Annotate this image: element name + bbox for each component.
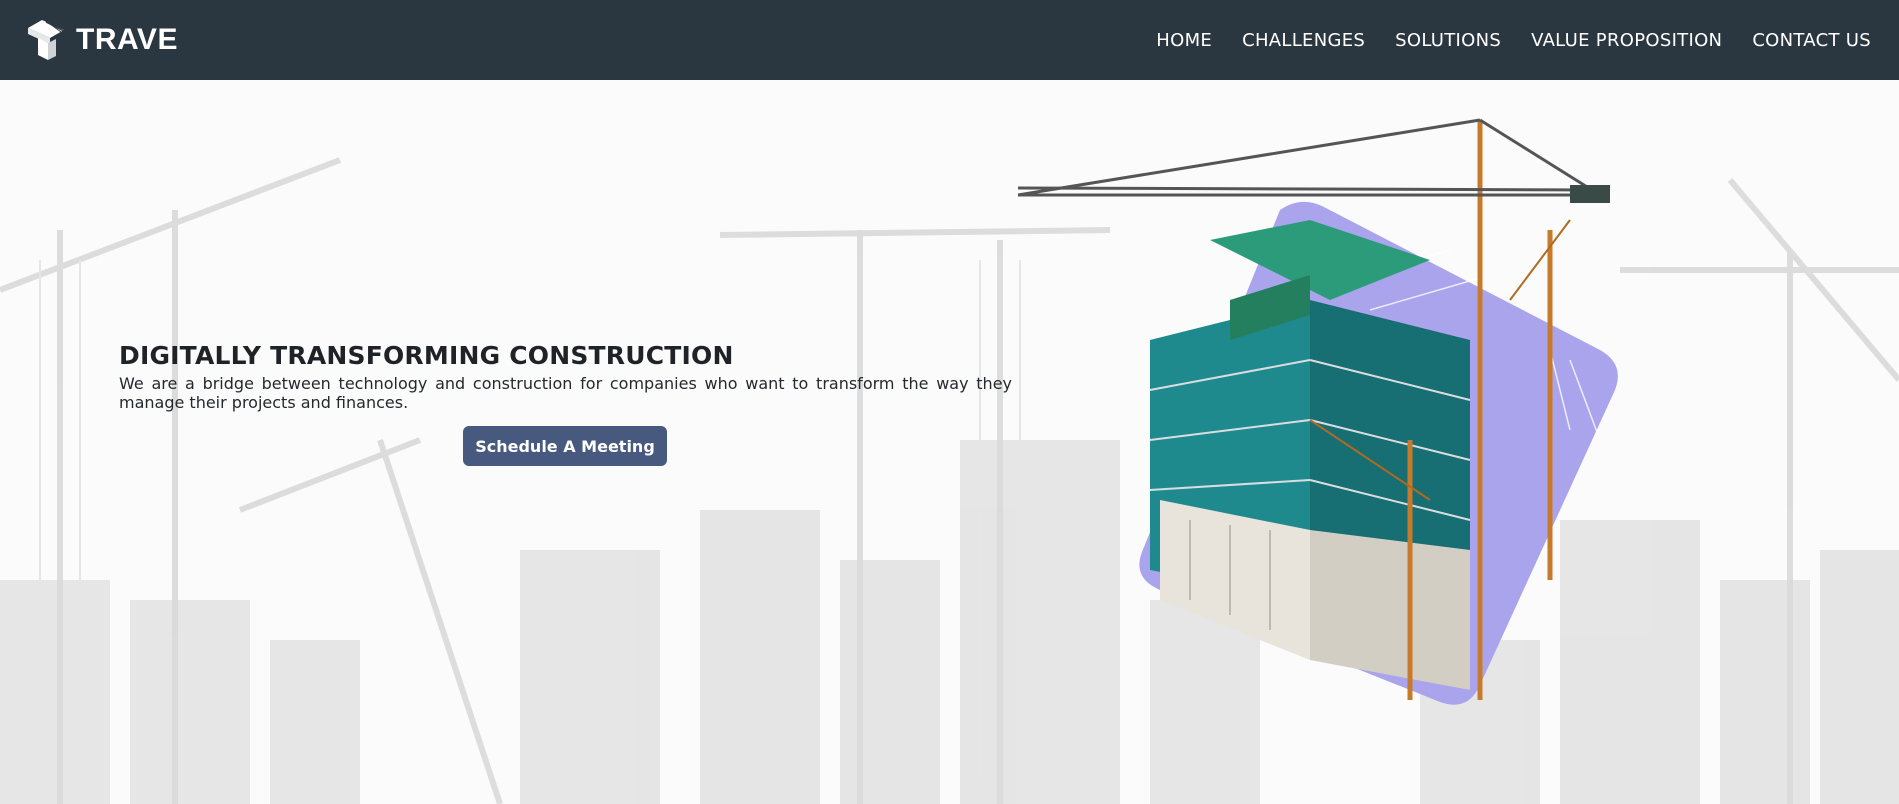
nav-solutions[interactable]: SOLUTIONS xyxy=(1395,30,1501,51)
nav-value-proposition[interactable]: VALUE PROPOSITION xyxy=(1531,30,1722,51)
site-header: TRAVE HOME CHALLENGES SOLUTIONS VALUE PR… xyxy=(0,0,1899,80)
nav-challenges[interactable]: CHALLENGES xyxy=(1242,30,1365,51)
hero-section: DIGITALLY TRANSFORMING CONSTRUCTION We a… xyxy=(0,80,1899,804)
hero-title: DIGITALLY TRANSFORMING CONSTRUCTION xyxy=(119,341,734,370)
nav-contact-us[interactable]: CONTACT US xyxy=(1752,30,1871,51)
nav-home[interactable]: HOME xyxy=(1156,30,1212,51)
brand-logo[interactable]: TRAVE xyxy=(24,18,178,62)
brand-name: TRAVE xyxy=(76,23,178,56)
trave-logo-icon xyxy=(24,18,68,62)
hero-copy: DIGITALLY TRANSFORMING CONSTRUCTION We a… xyxy=(119,342,1012,412)
schedule-meeting-button[interactable]: Schedule A Meeting xyxy=(463,426,667,466)
main-nav: HOME CHALLENGES SOLUTIONS VALUE PROPOSIT… xyxy=(1156,30,1871,51)
construction-building-image xyxy=(1017,118,1618,705)
hero-description: We are a bridge between technology and c… xyxy=(119,373,1012,412)
